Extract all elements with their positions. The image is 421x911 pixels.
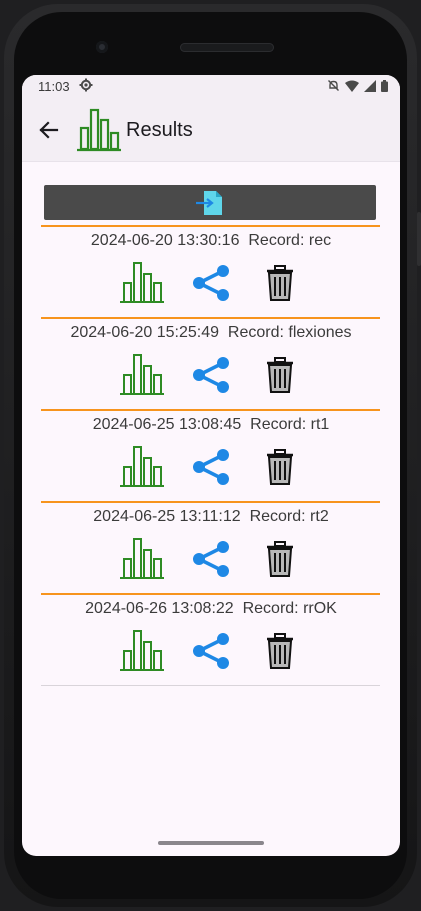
- record-label: 2024-06-26 13:08:22 Record: rrOK: [22, 600, 400, 618]
- back-arrow-icon[interactable]: [36, 117, 62, 143]
- notifications-off-icon: [328, 80, 339, 91]
- record-timestamp: 2024-06-25 13:08:45: [92, 416, 242, 433]
- home-indicator[interactable]: [158, 841, 264, 845]
- share-icon[interactable]: [190, 541, 232, 577]
- record-name: flexiones: [288, 324, 352, 341]
- record-prefix: Record:: [242, 600, 299, 617]
- battery-icon: [381, 79, 388, 92]
- file-import-icon: [196, 191, 222, 215]
- share-icon[interactable]: [190, 265, 232, 301]
- trash-icon[interactable]: [266, 633, 294, 669]
- record-label: 2024-06-25 13:11:12 Record: rt2: [22, 508, 400, 526]
- wifi-icon: [345, 80, 359, 92]
- record-separator: [41, 501, 380, 503]
- app-bar: Results: [22, 99, 400, 162]
- front-camera: [96, 41, 108, 53]
- list-item: 2024-06-26 13:08:22 Record: rrOK: [22, 593, 400, 685]
- record-prefix: Record:: [227, 324, 284, 341]
- page-title: Results: [126, 119, 193, 141]
- trash-icon[interactable]: [266, 265, 294, 301]
- list-item: 2024-06-25 13:11:12 Record: rt2: [22, 501, 400, 593]
- list-item: 2024-06-25 13:08:45 Record: rt1: [22, 409, 400, 501]
- record-separator: [41, 225, 380, 227]
- record-prefix: Record:: [249, 508, 306, 525]
- record-name: rt1: [310, 416, 330, 433]
- share-icon[interactable]: [190, 633, 232, 669]
- status-time: 11:03: [38, 79, 70, 94]
- list-item: 2024-06-20 15:25:49 Record: flexiones: [22, 317, 400, 409]
- record-label: 2024-06-25 13:08:45 Record: rt1: [22, 416, 400, 434]
- list-item: 2024-06-20 13:30:16 Record: rec: [22, 225, 400, 317]
- record-label: 2024-06-20 13:30:16 Record: rec: [22, 232, 400, 250]
- record-label: 2024-06-20 15:25:49 Record: flexiones: [22, 324, 400, 342]
- record-separator: [41, 317, 380, 319]
- view-chart-icon[interactable]: [119, 259, 165, 303]
- record-timestamp: 2024-06-20 13:30:16: [90, 232, 240, 249]
- record-name: rrOK: [303, 600, 337, 617]
- record-name: rec: [308, 232, 332, 249]
- list-end-divider: [41, 685, 380, 686]
- earpiece-speaker: [180, 43, 274, 52]
- record-prefix: Record:: [250, 416, 307, 433]
- screen: 11:03 Results 2024-06-20 13:30:16 Record…: [22, 75, 400, 856]
- status-bar: 11:03: [22, 75, 400, 99]
- app-logo-bar-chart-icon: [77, 108, 121, 152]
- share-icon[interactable]: [190, 357, 232, 393]
- record-name: rt2: [310, 508, 329, 525]
- status-icons: [327, 79, 388, 92]
- view-chart-icon[interactable]: [119, 351, 165, 395]
- records-list: 2024-06-20 13:30:16 Record: rec 2024-06-…: [22, 225, 400, 685]
- trash-icon[interactable]: [266, 449, 294, 485]
- trash-icon[interactable]: [266, 357, 294, 393]
- record-timestamp: 2024-06-26 13:08:22: [85, 600, 234, 617]
- record-timestamp: 2024-06-25 13:11:12: [93, 508, 241, 525]
- trash-icon[interactable]: [266, 541, 294, 577]
- record-timestamp: 2024-06-20 15:25:49: [70, 324, 220, 341]
- view-chart-icon[interactable]: [119, 535, 165, 579]
- import-file-button[interactable]: [44, 185, 376, 220]
- side-button: [417, 212, 421, 266]
- signal-icon: [364, 79, 376, 92]
- share-icon[interactable]: [190, 449, 232, 485]
- record-prefix: Record:: [248, 232, 305, 249]
- view-chart-icon[interactable]: [119, 443, 165, 487]
- record-separator: [41, 593, 380, 595]
- view-chart-icon[interactable]: [119, 627, 165, 671]
- record-separator: [41, 409, 380, 411]
- settings-gear-icon: [79, 78, 93, 92]
